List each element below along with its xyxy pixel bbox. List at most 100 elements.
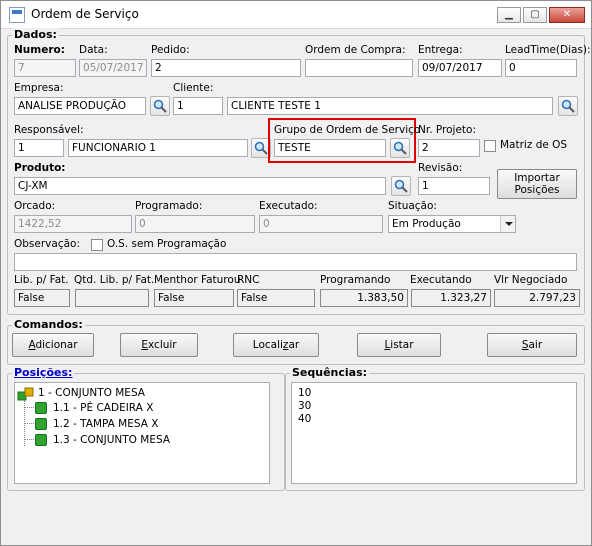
excluir-label: xcluir: [148, 339, 177, 351]
programado-field[interactable]: 0: [135, 215, 255, 233]
lib-fat-value: False: [14, 289, 70, 307]
maximize-button[interactable]: ▢: [523, 7, 547, 23]
produto-search-button[interactable]: [391, 176, 411, 196]
empresa-search-button[interactable]: [150, 96, 170, 116]
vlr-negociado-label: Vlr Negociado: [494, 274, 568, 286]
search-icon: [394, 179, 408, 193]
search-icon: [561, 99, 575, 113]
matriz-os-checkbox[interactable]: [484, 140, 496, 152]
nr-projeto-field[interactable]: 2: [418, 139, 480, 157]
chevron-down-icon[interactable]: [500, 216, 515, 232]
empresa-field[interactable]: ANALISE PRODUÇÃO: [14, 97, 146, 115]
menthor-faturou-value: False: [154, 289, 234, 307]
localizar-button[interactable]: Localizar: [233, 333, 319, 357]
search-icon: [393, 141, 407, 155]
observacao-label: Observação:: [14, 238, 80, 250]
localizar-label: ar: [288, 339, 300, 351]
entrega-field[interactable]: 09/07/2017: [418, 59, 502, 77]
title-bar: Ordem de Serviço ▁ ▢ ✕: [1, 1, 591, 29]
observacao-field[interactable]: [14, 253, 577, 271]
excluir-button[interactable]: Excluir: [120, 333, 198, 357]
sequencia-item[interactable]: 10: [298, 387, 311, 399]
responsavel-code-field[interactable]: 1: [14, 139, 64, 157]
revisao-field[interactable]: 1: [418, 177, 490, 195]
part-icon: [35, 418, 47, 430]
programando-value: 1.383,50: [320, 289, 408, 307]
cliente-label: Cliente:: [173, 82, 214, 94]
posicoes-tree[interactable]: 1 - CONJUNTO MESA 1.1 - PÉ CADEIRA X 1.2…: [14, 382, 270, 484]
situacao-value: Em Produção: [392, 218, 461, 230]
cliente-search-button[interactable]: [558, 96, 578, 116]
lib-fat-label: Lib. p/ Fat.: [14, 274, 69, 286]
search-icon: [153, 99, 167, 113]
sequencia-item[interactable]: 30: [298, 400, 311, 412]
responsavel-label: Responsável:: [14, 124, 84, 136]
adicionar-button[interactable]: Adicionar: [12, 333, 94, 357]
tree-connector: [24, 423, 34, 424]
listar-button[interactable]: Listar: [357, 333, 441, 357]
importar-label-2: Posições: [514, 184, 560, 196]
tree-connector: [24, 439, 34, 440]
numero-label: Numero:: [14, 44, 65, 56]
menthor-faturou-label: Menthor Faturou: [154, 274, 241, 286]
grupo-os-search-button[interactable]: [390, 138, 410, 158]
comandos-group-title: Comandos:: [12, 318, 85, 331]
posicoes-title-link[interactable]: Posições:: [12, 366, 75, 379]
produto-field[interactable]: CJ-XM: [14, 177, 386, 195]
pedido-field[interactable]: 2: [151, 59, 301, 77]
tree-connector: [24, 407, 34, 408]
sequencias-list[interactable]: 10 30 40: [291, 382, 577, 484]
assembly-icon: [17, 387, 34, 401]
part-icon: [35, 434, 47, 446]
qtd-lib-fat-value: [75, 289, 149, 307]
grupo-os-field[interactable]: TESTE: [274, 139, 386, 157]
executando-label: Executando: [410, 274, 472, 286]
leadtime-field[interactable]: 0: [505, 59, 577, 77]
os-sem-programacao-checkbox[interactable]: [91, 239, 103, 251]
search-icon: [254, 141, 268, 155]
nr-projeto-label: Nr. Projeto:: [418, 124, 476, 136]
ordem-servico-window: Ordem de Serviço ▁ ▢ ✕ Dados: Numero: 7 …: [0, 0, 592, 546]
cliente-code-field[interactable]: 1: [173, 97, 223, 115]
produto-label: Produto:: [14, 162, 66, 174]
sequencias-group-title: Sequências:: [290, 366, 370, 379]
data-field[interactable]: 05/07/2017: [79, 59, 147, 77]
tree-item-label: 1.2 - TAMPA MESA X: [53, 418, 159, 430]
dados-group-title: Dados:: [12, 28, 59, 41]
cliente-name-field[interactable]: CLIENTE TESTE 1: [227, 97, 553, 115]
data-label: Data:: [79, 44, 108, 56]
app-icon: [9, 7, 25, 23]
ordem-compra-label: Ordem de Compra:: [305, 44, 406, 56]
leadtime-label: LeadTime(Dias):: [505, 44, 591, 56]
close-button[interactable]: ✕: [549, 7, 585, 23]
tree-item-label: 1.1 - PÉ CADEIRA X: [53, 402, 154, 414]
adicionar-label: dicionar: [35, 339, 78, 351]
orcado-field[interactable]: 1422,52: [14, 215, 132, 233]
revisao-label: Revisão:: [418, 162, 463, 174]
pedido-label: Pedido:: [151, 44, 190, 56]
minimize-button[interactable]: ▁: [497, 7, 521, 23]
sequencia-item[interactable]: 40: [298, 413, 311, 425]
programado-label: Programado:: [135, 200, 203, 212]
sair-label: air: [528, 339, 543, 351]
situacao-select[interactable]: Em Produção: [388, 215, 516, 233]
rnc-label: RNC: [237, 274, 260, 286]
executado-field[interactable]: 0: [259, 215, 383, 233]
part-icon: [35, 402, 47, 414]
grupo-os-label: Grupo de Ordem de Serviço: [274, 124, 421, 136]
empresa-label: Empresa:: [14, 82, 64, 94]
tree-item-label: 1.3 - CONJUNTO MESA: [53, 434, 171, 446]
programando-label: Programando: [320, 274, 391, 286]
ordem-compra-field[interactable]: [305, 59, 413, 77]
entrega-label: Entrega:: [418, 44, 463, 56]
responsavel-name-field[interactable]: FUNCIONARIO 1: [68, 139, 248, 157]
executando-value: 1.323,27: [411, 289, 491, 307]
sair-mnemonic: S: [521, 339, 529, 351]
situacao-label: Situação:: [388, 200, 437, 212]
listar-label: istar: [390, 339, 414, 351]
window-title: Ordem de Serviço: [31, 7, 139, 21]
sair-button[interactable]: Sair: [487, 333, 577, 357]
importar-posicoes-button[interactable]: Importar Posições: [497, 169, 577, 199]
numero-field[interactable]: 7: [14, 59, 76, 77]
orcado-label: Orcado:: [14, 200, 56, 212]
